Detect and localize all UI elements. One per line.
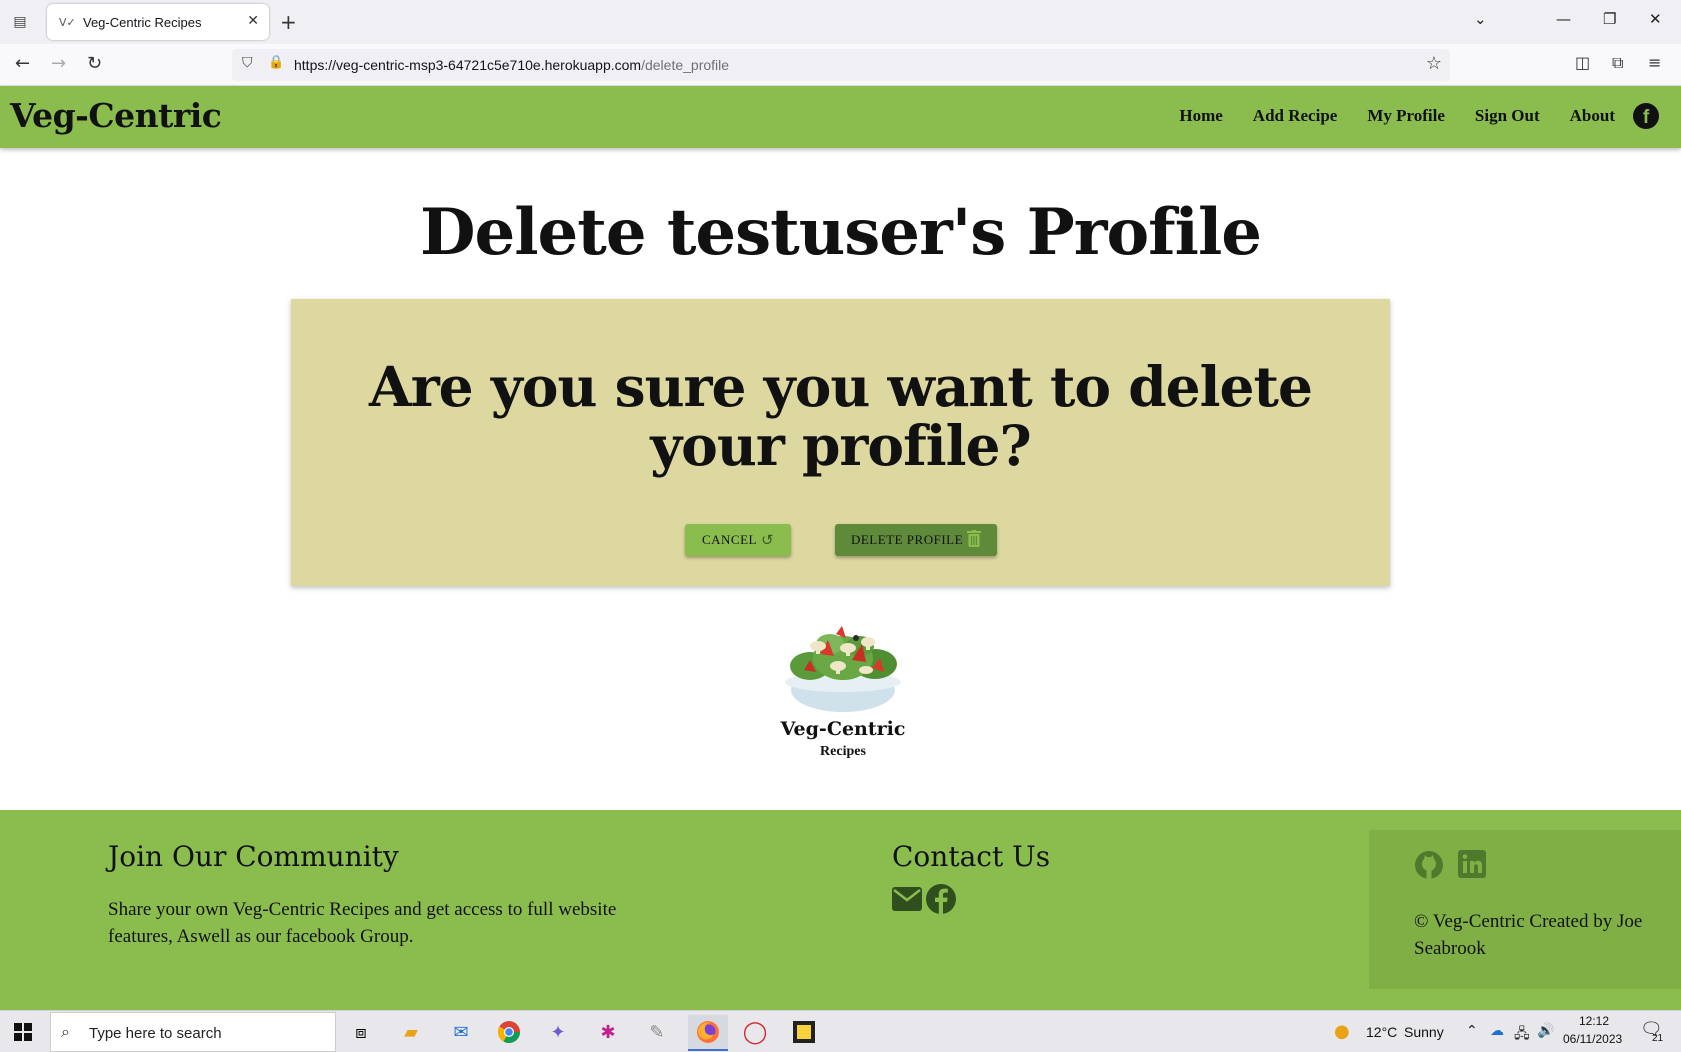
- forward-icon[interactable]: →: [51, 53, 66, 74]
- browser-tab-bar: ▤ V✓ Veg-Centric Recipes ✕ + ⌄ — ❐ ✕: [0, 0, 1681, 44]
- site-header: Veg-Centric Home Add Recipe My Profile S…: [0, 86, 1681, 148]
- windows-start-icon[interactable]: [14, 1023, 32, 1041]
- community-text: Share your own Veg-Centric Recipes and g…: [108, 899, 617, 947]
- salad-bowl-icon: [785, 626, 901, 712]
- delete-button-label: DELETE PROFILE: [850, 532, 964, 547]
- chrome-icon[interactable]: [494, 1017, 524, 1047]
- facebook-icon[interactable]: f: [1633, 103, 1659, 129]
- close-tab-icon[interactable]: ✕: [247, 13, 259, 29]
- slack-icon[interactable]: ✱: [593, 1017, 623, 1047]
- email-icon[interactable]: [892, 887, 922, 916]
- confirm-question: Are you sure you want to delete your pro…: [369, 354, 1313, 478]
- page-title: Delete testuser's Profile: [420, 195, 1262, 270]
- footer-credits-panel: © Veg-Centric Created by Joe Seabrook: [1369, 830, 1681, 989]
- linkedin-icon[interactable]: [1458, 850, 1486, 883]
- network-icon[interactable]: 🖧: [1514, 1023, 1530, 1047]
- nav-home[interactable]: Home: [1179, 106, 1222, 126]
- firefox-icon[interactable]: [688, 1015, 728, 1051]
- file-explorer-icon[interactable]: ▰: [396, 1017, 426, 1047]
- weather-desc: Sunny: [1404, 1024, 1444, 1040]
- trash-icon: [967, 529, 982, 551]
- tab-list-icon[interactable]: ▤: [8, 10, 32, 34]
- url-text: https://veg-centric-msp3-64721c5e710e.he…: [294, 57, 730, 73]
- tab-title: Veg-Centric Recipes: [83, 14, 202, 30]
- nav-add-recipe[interactable]: Add Recipe: [1253, 106, 1338, 126]
- sticky-notes-icon[interactable]: [789, 1017, 819, 1047]
- new-tab-icon[interactable]: +: [280, 10, 297, 34]
- notification-count: 21: [1652, 1033, 1664, 1044]
- extensions-icon[interactable]: ⧉: [1612, 53, 1623, 73]
- reload-icon[interactable]: ↻: [87, 53, 102, 74]
- bookmark-star-icon[interactable]: ☆: [1426, 53, 1442, 74]
- community-heading: Join Our Community: [108, 840, 399, 873]
- copyright-text: © Veg-Centric Created by Joe Seabrook: [1414, 911, 1643, 959]
- logo-name: Veg-Centric: [780, 718, 906, 740]
- cancel-button-label: CANCEL: [701, 532, 757, 547]
- restore-icon[interactable]: ❐: [1603, 10, 1616, 28]
- cancel-button[interactable]: CANCEL ↺: [685, 524, 791, 556]
- lock-icon[interactable]: 🔒: [268, 55, 284, 70]
- copilot-icon[interactable]: ✦: [543, 1017, 573, 1047]
- mail-icon[interactable]: ✉: [446, 1017, 476, 1047]
- volume-icon[interactable]: 🔊: [1537, 1023, 1554, 1039]
- tracking-shield-icon[interactable]: ⛉: [242, 55, 253, 71]
- nav-about[interactable]: About: [1570, 106, 1615, 126]
- nav-my-profile[interactable]: My Profile: [1367, 106, 1445, 126]
- github-icon[interactable]: [1414, 850, 1444, 885]
- back-icon[interactable]: ←: [15, 53, 30, 74]
- onedrive-icon[interactable]: ☁: [1490, 1023, 1504, 1039]
- brand-logo[interactable]: Veg-Centric: [10, 96, 222, 135]
- close-window-icon[interactable]: ✕: [1649, 10, 1662, 28]
- search-placeholder: Type here to search: [89, 1025, 222, 1042]
- menu-icon[interactable]: ≡: [1648, 53, 1661, 72]
- minimize-icon[interactable]: —: [1556, 10, 1571, 28]
- gimp-icon[interactable]: ✎: [642, 1017, 672, 1047]
- browser-toolbar: ← → ↻ ⛉ 🔒 https://veg-centric-msp3-64721…: [0, 44, 1681, 86]
- search-icon: ⌕: [61, 1022, 70, 1041]
- task-view-icon[interactable]: ⧈: [346, 1017, 376, 1047]
- clock-time[interactable]: 12:12: [1579, 1014, 1609, 1028]
- opera-icon[interactable]: ◯: [740, 1017, 770, 1047]
- site-favicon-icon: V✓: [59, 15, 76, 29]
- os-taskbar: ⌕ Type here to search ⧈ ▰ ✉ ✦ ✱ ✎ ◯ ● 12…: [0, 1010, 1681, 1052]
- chevron-up-icon[interactable]: ⌃: [1466, 1023, 1478, 1039]
- logo-subtitle: Recipes: [820, 744, 866, 759]
- main-nav: Home Add Recipe My Profile Sign Out Abou…: [1179, 106, 1615, 126]
- facebook-icon[interactable]: [926, 884, 956, 919]
- weather-temp: 12°C: [1366, 1024, 1398, 1040]
- site-footer: Join Our Community Share your own Veg-Ce…: [0, 810, 1681, 1010]
- address-bar[interactable]: ⛉ 🔒 https://veg-centric-msp3-64721c5e710…: [232, 49, 1450, 81]
- veg-centric-logo: Veg-Centric Recipes: [775, 624, 911, 760]
- browser-tab[interactable]: V✓ Veg-Centric Recipes ✕: [47, 4, 269, 40]
- list-all-tabs-icon[interactable]: ⌄: [1474, 10, 1487, 28]
- taskbar-search-input[interactable]: ⌕ Type here to search: [50, 1012, 336, 1052]
- delete-profile-button[interactable]: DELETE PROFILE: [835, 524, 997, 556]
- pocket-icon[interactable]: ◫: [1575, 53, 1590, 72]
- contact-heading: Contact Us: [892, 840, 1051, 873]
- nav-sign-out[interactable]: Sign Out: [1475, 106, 1540, 126]
- undo-icon: ↺: [760, 531, 775, 549]
- delete-confirm-card: Are you sure you want to delete your pro…: [291, 299, 1390, 586]
- weather-icon[interactable]: ●: [1334, 1021, 1350, 1042]
- clock-date[interactable]: 06/11/2023: [1563, 1032, 1622, 1046]
